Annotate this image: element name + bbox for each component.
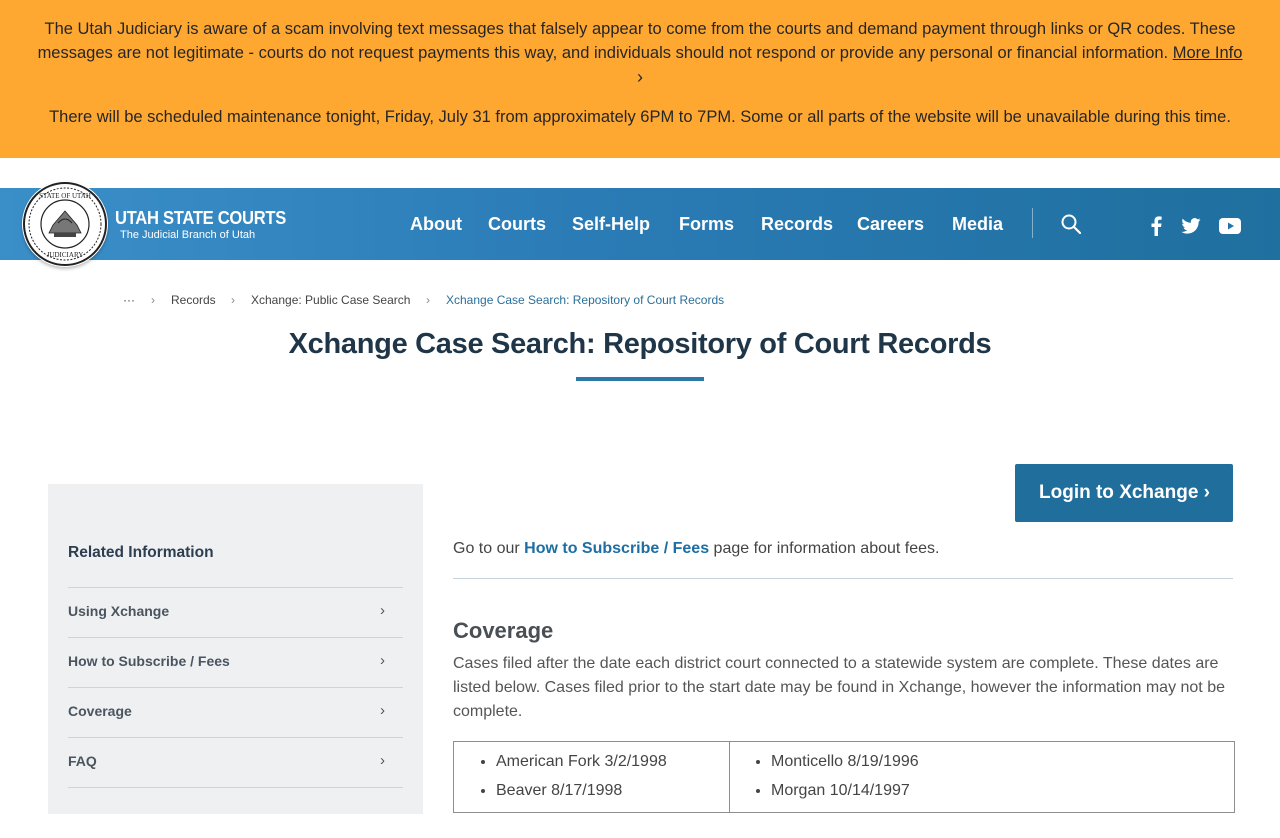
related-information-sidebar: Related Information Using Xchange › How … — [48, 484, 423, 814]
page-title: Xchange Case Search: Repository of Court… — [288, 328, 992, 360]
sidebar-item-subscribe-fees[interactable]: How to Subscribe / Fees › — [68, 637, 403, 688]
breadcrumb-current: Xchange Case Search: Repository of Court… — [446, 293, 725, 307]
login-button-label: Login to Xchange › — [1039, 482, 1210, 503]
twitter-icon[interactable] — [1181, 218, 1201, 239]
breadcrumb-ellipsis[interactable]: ··· — [123, 293, 135, 307]
breadcrumb-separator: › — [426, 293, 430, 307]
sidebar-item-label: How to Subscribe / Fees — [68, 653, 230, 669]
nav-self-help[interactable]: Self-Help — [572, 214, 650, 235]
section-divider — [453, 578, 1233, 579]
scam-alert-text: The Utah Judiciary is aware of a scam in… — [37, 20, 1236, 62]
site-header: STATE OF UTAH JUDICIARY UTAH STATE COURT… — [0, 181, 1280, 267]
sidebar-item-label: Coverage — [68, 703, 132, 719]
sidebar-item-label: Using Xchange — [68, 603, 170, 619]
breadcrumb-separator: › — [151, 293, 155, 307]
chevron-right-icon: › — [380, 652, 385, 669]
chevron-right-icon: › — [380, 702, 385, 719]
coverage-description: Cases filed after the date each district… — [453, 655, 1225, 720]
title-underline — [576, 377, 704, 381]
nav-careers[interactable]: Careers — [857, 214, 924, 235]
list-item: American Fork 3/2/1998 — [496, 750, 667, 774]
breadcrumb-xchange-public-search[interactable]: Xchange: Public Case Search — [251, 293, 410, 307]
site-title[interactable]: UTAH STATE COURTS — [115, 208, 286, 229]
svg-text:JUDICIARY: JUDICIARY — [47, 251, 84, 259]
nav-forms[interactable]: Forms — [679, 214, 734, 235]
sidebar-item-faq[interactable]: FAQ › — [68, 737, 403, 788]
coverage-list-left: American Fork 3/2/1998 Beaver 8/17/1998 — [474, 750, 667, 808]
seal-graphic: STATE OF UTAH JUDICIARY — [23, 182, 107, 266]
nav-media[interactable]: Media — [952, 214, 1003, 235]
list-item: Morgan 10/14/1997 — [771, 779, 919, 803]
youtube-icon[interactable] — [1219, 218, 1241, 239]
intro-suffix: page for information about fees. — [709, 540, 940, 557]
scam-alert-message: The Utah Judiciary is aware of a scam in… — [30, 17, 1250, 65]
nav-courts[interactable]: Courts — [488, 214, 546, 235]
coverage-table: American Fork 3/2/1998 Beaver 8/17/1998 … — [453, 741, 1235, 813]
svg-text:STATE OF UTAH: STATE OF UTAH — [39, 192, 91, 200]
sidebar-heading: Related Information — [68, 544, 214, 561]
subscribe-fees-link[interactable]: How to Subscribe / Fees — [524, 540, 709, 557]
intro-prefix: Go to our — [453, 540, 525, 557]
maintenance-message: There will be scheduled maintenance toni… — [49, 108, 1231, 126]
nav-divider — [1032, 208, 1033, 238]
chevron-right-icon: › — [380, 602, 385, 619]
facebook-icon[interactable] — [1150, 216, 1162, 241]
list-item: Beaver 8/17/1998 — [496, 779, 667, 803]
breadcrumb-records[interactable]: Records — [171, 293, 216, 307]
coverage-list-right: Monticello 8/19/1996 Morgan 10/14/1997 — [749, 750, 919, 808]
list-item: Monticello 8/19/1996 — [771, 750, 919, 774]
more-info-link[interactable]: More Info — [1173, 44, 1243, 62]
site-subtitle: The Judicial Branch of Utah — [120, 229, 256, 241]
table-column-divider — [729, 742, 730, 812]
coverage-heading: Coverage — [453, 618, 554, 643]
sidebar-item-label: FAQ — [68, 753, 97, 769]
alert-banner: The Utah Judiciary is aware of a scam in… — [0, 0, 1280, 158]
sidebar-item-divider — [68, 787, 403, 838]
breadcrumb-separator: › — [231, 293, 235, 307]
search-icon[interactable] — [1061, 214, 1082, 239]
chevron-right-icon: › — [380, 752, 385, 769]
fees-intro-text: Go to our How to Subscribe / Fees page f… — [453, 540, 939, 558]
utah-judiciary-seal-logo[interactable]: STATE OF UTAH JUDICIARY — [22, 181, 108, 267]
nav-records[interactable]: Records — [761, 214, 833, 235]
sidebar-item-using-xchange[interactable]: Using Xchange › — [68, 587, 403, 638]
sidebar-item-coverage[interactable]: Coverage › — [68, 687, 403, 738]
login-to-xchange-button[interactable]: Login to Xchange › — [1015, 464, 1233, 522]
nav-about[interactable]: About — [410, 214, 462, 235]
more-info-chevron-icon[interactable]: › — [0, 65, 1280, 89]
